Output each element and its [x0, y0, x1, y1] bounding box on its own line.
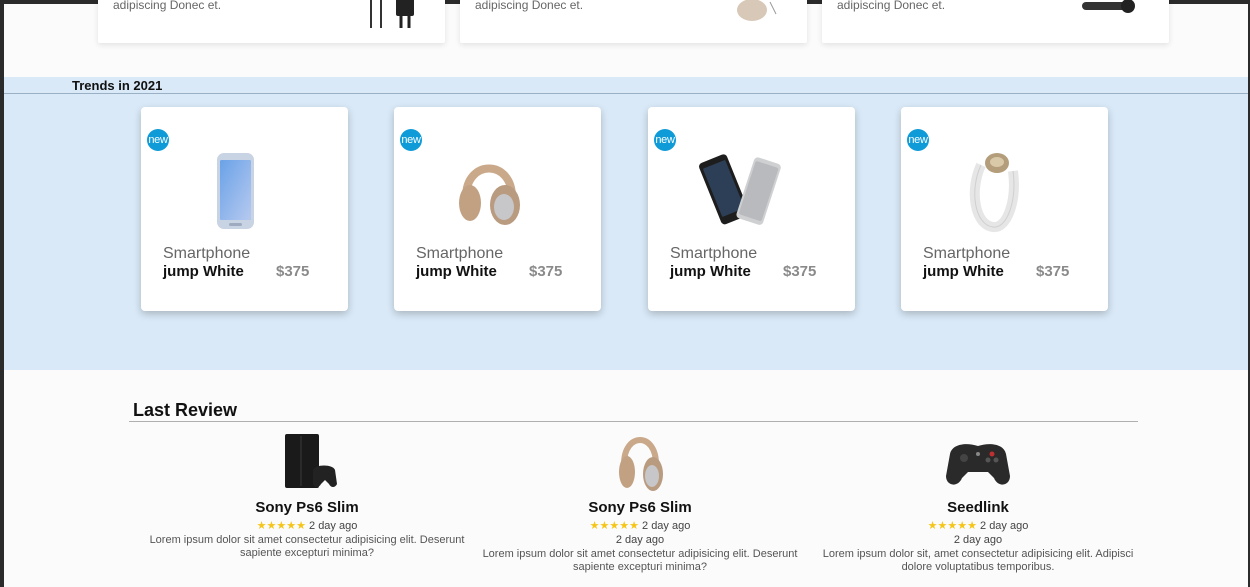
- top-card[interactable]: adipiscing Donec et.: [460, 0, 807, 43]
- new-badge: new: [907, 129, 929, 151]
- review-item[interactable]: Sony Ps6 Slim ★★★★★ 2 day ago Lorem ipsu…: [147, 430, 467, 560]
- product-card[interactable]: new Smartphone jump White $375: [394, 107, 601, 311]
- product-model: jump White: [163, 263, 244, 280]
- speaker-image: [737, 0, 777, 21]
- top-card-text: adipiscing Donec et.: [475, 0, 584, 12]
- smartphone-image: [217, 153, 254, 229]
- review-product-name: Sony Ps6 Slim: [588, 499, 692, 516]
- review-date: 2 day ago: [615, 534, 665, 546]
- product-name: Smartphone: [670, 245, 758, 262]
- product-price: $375: [783, 263, 817, 280]
- rating-stars-icon: ★★★★★: [256, 520, 306, 532]
- review-product-name: Seedlink: [947, 499, 1009, 516]
- review-date: 2 day ago: [309, 520, 358, 532]
- review-date: 2 day ago: [980, 520, 1029, 532]
- headphones-image: [619, 437, 663, 491]
- review-text: Lorem ipsum dolor sit amet consectetur a…: [482, 548, 798, 573]
- review-product-name: Sony Ps6 Slim: [255, 499, 359, 516]
- product-price: $375: [529, 263, 563, 280]
- review-meta: ★★★★★ 2 day ago: [480, 519, 800, 532]
- review-item[interactable]: Sony Ps6 Slim ★★★★★ 2 day ago 2 day ago …: [480, 430, 800, 574]
- product-model: jump White: [923, 263, 1004, 280]
- product-name: Smartphone: [163, 245, 251, 262]
- top-card-text: adipiscing Donec et.: [837, 0, 946, 12]
- review-meta: ★★★★★ 2 day ago: [147, 519, 467, 532]
- review-text: Lorem ipsum dolor sit amet consectetur a…: [149, 534, 465, 559]
- top-card[interactable]: adipiscing Donec et.: [822, 0, 1169, 43]
- product-price: $375: [276, 263, 310, 280]
- product-card[interactable]: new Smartphone jump White $375: [648, 107, 855, 311]
- review-date: 2 day ago: [953, 534, 1003, 546]
- new-badge: new: [147, 129, 169, 151]
- product-model: jump White: [416, 263, 497, 280]
- top-card[interactable]: adipiscing Donec et.: [98, 0, 445, 43]
- product-model: jump White: [670, 263, 751, 280]
- top-card-text: adipiscing Donec et.: [113, 0, 222, 12]
- product-card[interactable]: new Smartphone jump White $375: [141, 107, 348, 311]
- review-meta: ★★★★★ 2 day ago: [818, 519, 1138, 532]
- new-badge: new: [400, 129, 422, 151]
- fitness-band-image: [969, 153, 1019, 232]
- trends-section: Trends in 2021 new Smartphone jump White…: [4, 77, 1248, 370]
- rating-stars-icon: ★★★★★: [589, 520, 639, 532]
- charger-cable-image: [370, 0, 414, 28]
- rating-stars-icon: ★★★★★: [927, 520, 977, 532]
- gamepad-image: [946, 444, 1010, 485]
- car-accessory-image: [1082, 0, 1135, 13]
- review-date: 2 day ago: [642, 520, 691, 532]
- smartphones-pair-image: [699, 154, 781, 225]
- review-text: Lorem ipsum dolor sit, amet consectetur …: [822, 548, 1134, 573]
- console-image: [285, 434, 337, 488]
- new-badge: new: [654, 129, 676, 151]
- product-name: Smartphone: [416, 245, 504, 262]
- product-price: $375: [1036, 263, 1070, 280]
- review-title: Last Review: [133, 400, 238, 420]
- product-name: Smartphone: [923, 245, 1011, 262]
- product-card[interactable]: new Smartphone jump White $375: [901, 107, 1108, 311]
- review-item[interactable]: Seedlink ★★★★★ 2 day ago 2 day ago Lorem…: [818, 430, 1138, 574]
- trends-title: Trends in 2021: [72, 78, 163, 93]
- divider: [4, 93, 1248, 94]
- divider: [129, 421, 1138, 422]
- headphones-image: [459, 164, 520, 225]
